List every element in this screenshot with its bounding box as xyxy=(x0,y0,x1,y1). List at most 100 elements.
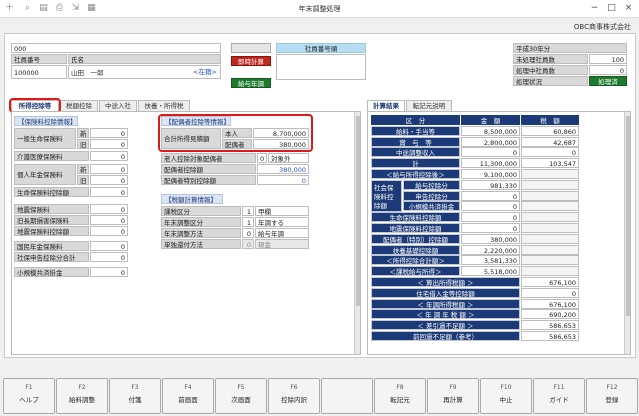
spouse-special-label: 配偶者特別控除額 xyxy=(161,175,256,185)
care-medical-label: 介護医療保険料 xyxy=(14,151,89,161)
social-insurance-label: 社会保険料控除額 xyxy=(371,179,402,213)
salary-yearend-button[interactable]: 給与年調 xyxy=(231,78,271,88)
close-icon[interactable]: × xyxy=(622,2,635,15)
elderly-spouse-code[interactable]: 0 xyxy=(257,153,267,163)
left-scrollbar[interactable] xyxy=(354,112,360,354)
result-row-tax xyxy=(521,179,579,190)
right-scrollbar[interactable] xyxy=(624,112,630,354)
fkey-f4[interactable]: F4 前画面 xyxy=(162,378,214,414)
result-row-label: 給与控除分 xyxy=(403,179,460,190)
result-row-label: ＜課税給与所得＞ xyxy=(371,266,460,277)
national-pension-value[interactable]: 0 xyxy=(90,241,128,251)
result-row-amount: 0 xyxy=(461,201,520,212)
emp-code-value[interactable]: 100000 xyxy=(11,65,67,79)
yearend-class-label: 年末調整区分 xyxy=(161,217,241,227)
pension-label: 個人年金保険料 xyxy=(14,164,76,185)
fkey-f10[interactable]: F10 中止 xyxy=(480,378,532,414)
yearend-method-code[interactable]: 0 xyxy=(242,228,254,238)
earthquake-label: 地震保険料 xyxy=(14,204,89,214)
result-row-tax: 103,547 xyxy=(521,158,579,169)
fkey-label: ヘルプ xyxy=(19,396,39,404)
instant-calc-button[interactable]: 即時計算 xyxy=(231,56,271,66)
fkey-f9[interactable]: F9 再計算 xyxy=(427,378,479,414)
fkey-number: F5 xyxy=(237,384,245,391)
result-row-label: ＜所得控除合計額＞ xyxy=(371,255,460,266)
fkey-f6[interactable]: F6 控除内訳 xyxy=(268,378,320,414)
processing-count: 0 xyxy=(589,65,627,75)
pension-old-value[interactable]: 0 xyxy=(90,175,128,185)
refund-method-code[interactable]: 0 xyxy=(242,239,254,249)
result-row-amount: 8,500,000 xyxy=(461,125,520,136)
result-row-tax: 690,200 xyxy=(521,309,579,320)
result-row-label: 中途調整収入 xyxy=(371,147,460,158)
pension-new-value[interactable]: 0 xyxy=(90,164,128,174)
status-badge: 処理済 xyxy=(589,76,627,86)
function-key-bar: F1 ヘルプ F2 給料調整 F3 付箋 F4 前画面 F5 次画面 F6 控除内訳 F8 転記元 F9 再計… xyxy=(0,378,639,416)
tax-class-code[interactable]: 1 xyxy=(242,206,254,216)
result-header-1: 金 額 xyxy=(461,115,520,125)
tab-calc-result[interactable]: 計算結果 xyxy=(367,100,405,111)
code-field[interactable]: 000 xyxy=(11,43,221,53)
refund-method-label: 単独還付方法 xyxy=(161,239,241,249)
fkey-f11[interactable]: F11 ガイド xyxy=(533,378,585,414)
result-row-tax xyxy=(521,212,579,223)
result-header-0: 区 分 xyxy=(371,115,460,125)
fkey-f2[interactable]: F2 給料調整 xyxy=(56,378,108,414)
result-row-tax xyxy=(521,233,579,244)
fkey-f3[interactable]: F3 付箋 xyxy=(109,378,161,414)
fkey-f12[interactable]: F12 登録 xyxy=(586,378,638,414)
yearend-method-value: 給与年調 xyxy=(255,228,309,238)
company-name: OBC商事株式会社 xyxy=(573,23,631,31)
fkey-number: F6 xyxy=(290,384,298,391)
yearend-method-label: 年末調整方法 xyxy=(161,228,241,238)
result-row-amount: 380,000 xyxy=(461,233,520,244)
fkey-label: 再計算 xyxy=(443,396,463,404)
minimize-icon[interactable]: − xyxy=(588,2,601,15)
result-row-tax xyxy=(521,223,579,233)
general-life-old-value[interactable]: 0 xyxy=(90,139,128,149)
status-label: 処理状況 xyxy=(513,76,588,86)
result-row-tax: 60,860 xyxy=(521,125,579,136)
fkey-number: F3 xyxy=(131,384,139,391)
fkey-label: 前画面 xyxy=(178,396,198,404)
sort-order-header[interactable]: 社員番号順 xyxy=(276,43,366,53)
tab-midyear-join[interactable]: 中途入社 xyxy=(99,100,137,111)
spouse-deduction-label: 配偶者控除額 xyxy=(161,164,256,174)
unprocessed-count: 100 xyxy=(589,54,627,64)
small-mutual-value[interactable]: 0 xyxy=(90,267,128,277)
blank-button xyxy=(231,43,271,53)
fkey-f8[interactable]: F8 転記元 xyxy=(374,378,426,414)
result-row-tax: 676,100 xyxy=(521,298,579,309)
earthquake-value[interactable]: 0 xyxy=(90,204,128,214)
fkey-number: F4 xyxy=(184,384,192,391)
result-row-tax xyxy=(521,169,579,179)
sort-box xyxy=(276,54,366,80)
fkey-blank xyxy=(321,378,373,414)
processing-label: 処理中社員数 xyxy=(513,65,588,75)
general-life-new-value[interactable]: 0 xyxy=(90,128,128,138)
fkey-label: 転記元 xyxy=(390,396,410,404)
old-longterm-label: 旧長期損害保険料 xyxy=(14,215,89,225)
result-row-amount: 2,800,000 xyxy=(461,136,520,147)
result-row-amount: 3,581,330 xyxy=(461,255,520,266)
result-row-tax xyxy=(521,201,579,212)
fkey-label: ガイド xyxy=(549,396,569,404)
result-row-label: 配偶者（特別）控除額 xyxy=(371,233,460,244)
fkey-f5[interactable]: F5 次画面 xyxy=(215,378,267,414)
earthquake-deduction-label: 地震保険料控除額 xyxy=(14,226,89,236)
small-mutual-label: 小規模共済掛金 xyxy=(14,267,89,277)
old-longterm-value[interactable]: 0 xyxy=(90,215,128,225)
fkey-number: F11 xyxy=(553,384,565,391)
maximize-icon[interactable]: □ xyxy=(605,2,618,15)
fkey-f1[interactable]: F1 ヘルプ xyxy=(3,378,55,414)
tab-tax-deduction[interactable]: 税額控除 xyxy=(60,100,98,111)
care-medical-value[interactable]: 0 xyxy=(90,151,128,161)
general-life-new-label: 新 xyxy=(77,128,89,138)
yearend-class-code[interactable]: 1 xyxy=(242,217,254,227)
tab-dependents[interactable]: 扶養・所得税 xyxy=(138,100,190,111)
fkey-number: F9 xyxy=(449,384,457,391)
status-link[interactable]: <在籍> xyxy=(191,67,223,77)
tab-source-desc[interactable]: 転記元説明 xyxy=(406,100,452,111)
fkey-number: F8 xyxy=(396,384,404,391)
life-deduction-label: 生命保険料控除額 xyxy=(14,187,89,197)
